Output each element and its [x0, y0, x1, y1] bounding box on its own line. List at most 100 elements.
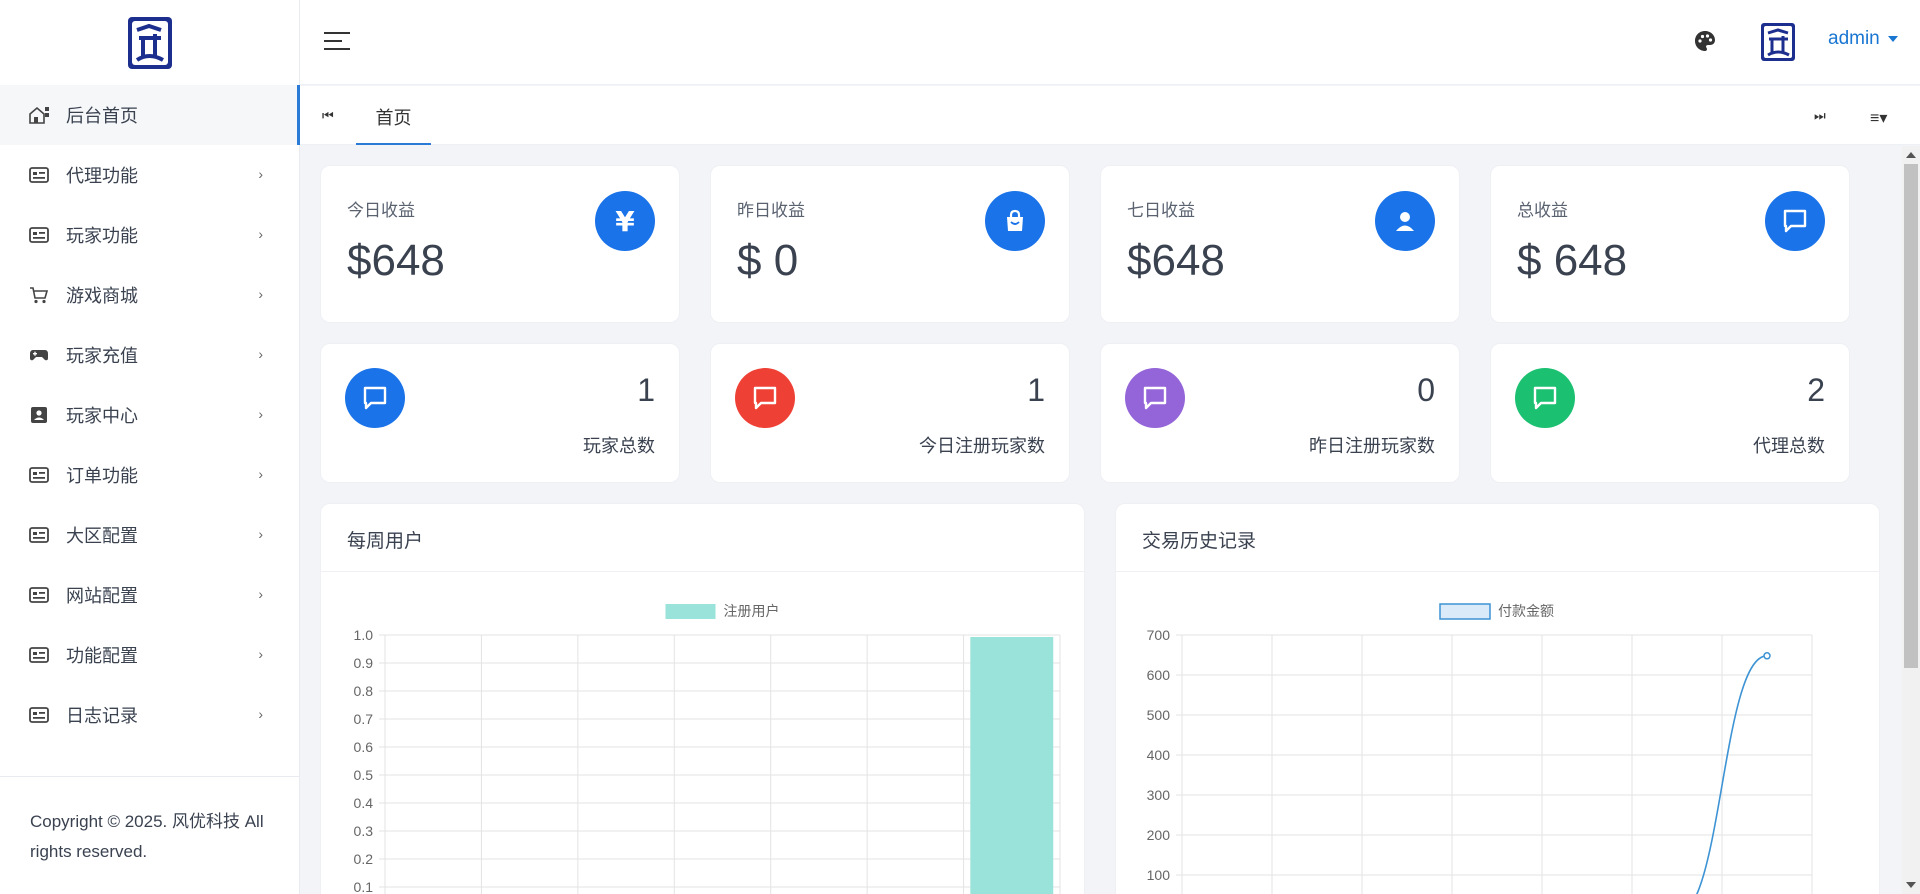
avatar[interactable] — [1760, 22, 1798, 62]
chevron-right-icon: › — [258, 586, 263, 602]
chat-icon — [1765, 191, 1825, 251]
panel-title: 每周用户 — [347, 531, 424, 552]
list-card-icon — [28, 704, 50, 726]
list-card-icon — [28, 164, 50, 186]
scroll-tabs-right-icon[interactable]: ⏭ — [1814, 108, 1826, 124]
chat-icon — [1125, 368, 1185, 428]
user-name: admin — [1828, 28, 1880, 49]
sidebar-item-site-config[interactable]: 网站配置 › — [0, 565, 299, 625]
sidebar-item-label: 玩家中心 — [66, 406, 138, 426]
weekly-users-chart: 注册用户 1.0 0.9 0.8 0.7 0.6 0.5 0.4 0.3 0.2 0.1 — [354, 603, 1061, 894]
y-tick-label: 400 — [1147, 747, 1171, 763]
sidebar-item-dashboard[interactable]: 后台首页 — [0, 85, 300, 145]
contact-card-icon — [28, 404, 50, 426]
y-tick-label: 300 — [1147, 787, 1171, 803]
sidebar-item-label: 网站配置 — [66, 586, 138, 606]
sidebar-item-label: 代理功能 — [66, 166, 138, 186]
stat-card-total: 总收益 $ 648 — [1490, 165, 1850, 323]
copyright-footer: Copyright © 2025. 风优科技 All rights reserv… — [0, 776, 300, 894]
sidebar-item-feature-config[interactable]: 功能配置 › — [0, 625, 299, 685]
y-tick-label: 0.7 — [354, 711, 374, 727]
stat-label: 七日收益 — [1127, 201, 1195, 220]
y-tick-label: 700 — [1147, 627, 1171, 643]
chevron-right-icon: › — [258, 706, 263, 722]
stat-card-yesterday: 昨日收益 $ 0 — [710, 165, 1070, 323]
list-card-icon — [28, 464, 50, 486]
bar — [970, 637, 1054, 894]
y-tick-label: 0.9 — [354, 655, 374, 671]
count-value: 2 — [1807, 372, 1825, 408]
chat-icon — [1515, 368, 1575, 428]
stat-value: $ 0 — [737, 236, 799, 285]
count-label: 今日注册玩家数 — [919, 436, 1045, 456]
y-tick-label: 0.4 — [354, 795, 374, 811]
count-label: 玩家总数 — [583, 436, 655, 456]
stat-label: 昨日收益 — [737, 201, 805, 220]
sidebar-item-label: 游戏商城 — [66, 286, 138, 306]
sidebar: 后台首页 代理功能 › 玩家功能 › 游戏商城 › 玩家充值 › 玩家中心 › … — [0, 0, 300, 894]
scrollbar[interactable] — [1902, 146, 1920, 894]
tab-home[interactable]: 首页 — [356, 86, 431, 145]
stat-value: $ 648 — [1517, 236, 1628, 285]
sidebar-item-agent[interactable]: 代理功能 › — [0, 145, 299, 205]
chevron-right-icon: › — [258, 286, 263, 302]
sidebar-item-player-center[interactable]: 玩家中心 › — [0, 385, 299, 445]
chevron-right-icon: › — [258, 646, 263, 662]
count-label: 昨日注册玩家数 — [1309, 436, 1435, 456]
dashboard-home-icon — [28, 104, 50, 126]
weekly-users-panel: 每周用户 注册用户 1.0 0.9 0.8 0.7 0.6 0.5 0.4 0.3 0.2 0.1 — [320, 503, 1085, 894]
count-card-agents: 2 代理总数 — [1490, 343, 1850, 483]
sidebar-item-orders[interactable]: 订单功能 › — [0, 445, 299, 505]
stat-value: $648 — [1127, 236, 1225, 285]
chat-icon — [735, 368, 795, 428]
scroll-tabs-left-icon[interactable]: ⏮ — [322, 108, 334, 124]
list-card-icon — [28, 224, 50, 246]
chevron-right-icon: › — [258, 526, 263, 542]
chevron-right-icon: › — [258, 226, 263, 242]
y-tick-label: 100 — [1147, 867, 1171, 883]
caret-down-icon — [1887, 35, 1898, 42]
yen-icon: ¥ — [595, 191, 655, 251]
y-tick-label: 0.2 — [354, 851, 374, 867]
legend-label: 注册用户 — [724, 603, 780, 619]
chevron-right-icon: › — [258, 166, 263, 182]
list-card-icon — [28, 584, 50, 606]
stat-card-seven-days: 七日收益 $648 — [1100, 165, 1460, 323]
y-tick-label: 0.5 — [354, 767, 374, 783]
stat-card-today: 今日收益 $648 ¥ — [320, 165, 680, 323]
scroll-up-arrow-icon[interactable] — [1906, 152, 1916, 158]
transaction-history-panel: 交易历史记录 付款金额 700 600 500 400 300 200 100 — [1115, 503, 1880, 894]
sidebar-item-region[interactable]: 大区配置 › — [0, 505, 299, 565]
count-card-today-registered: 1 今日注册玩家数 — [710, 343, 1070, 483]
chevron-right-icon: › — [258, 346, 263, 362]
cart-icon — [28, 284, 50, 306]
sidebar-item-label: 日志记录 — [66, 706, 138, 726]
scroll-thumb[interactable] — [1904, 164, 1918, 668]
menu-toggle-icon[interactable] — [324, 32, 350, 52]
stat-value: $648 — [347, 236, 445, 285]
gamepad-icon — [28, 344, 50, 366]
sidebar-item-label: 后台首页 — [66, 106, 138, 126]
y-tick-label: 0.3 — [354, 823, 374, 839]
scroll-down-arrow-icon[interactable] — [1906, 882, 1916, 888]
data-point — [1763, 652, 1771, 660]
y-tick-label: 0.8 — [354, 683, 374, 699]
panel-title: 交易历史记录 — [1142, 531, 1257, 552]
sidebar-item-recharge[interactable]: 玩家充值 › — [0, 325, 299, 385]
chevron-right-icon: › — [258, 466, 263, 482]
sidebar-menu: 后台首页 代理功能 › 玩家功能 › 游戏商城 › 玩家充值 › 玩家中心 › … — [0, 85, 300, 745]
user-icon — [1375, 191, 1435, 251]
palette-icon[interactable] — [1693, 29, 1717, 53]
tab-options-icon[interactable]: ≡▾ — [1870, 108, 1887, 128]
sidebar-item-label: 玩家功能 — [66, 226, 138, 246]
sidebar-item-label: 玩家充值 — [66, 346, 138, 366]
sidebar-item-logs[interactable]: 日志记录 › — [0, 685, 299, 745]
sidebar-item-shop[interactable]: 游戏商城 › — [0, 265, 299, 325]
user-menu[interactable]: admin — [1828, 28, 1898, 50]
tab-bar: ⏮ 首页 ⏭ ≡▾ — [300, 86, 1920, 145]
legend-swatch — [1439, 603, 1491, 620]
transaction-history-chart: 付款金额 700 600 500 400 300 200 100 — [1147, 603, 1813, 894]
y-tick-label: 500 — [1147, 707, 1171, 723]
sidebar-item-player[interactable]: 玩家功能 › — [0, 205, 299, 265]
list-card-icon — [28, 644, 50, 666]
